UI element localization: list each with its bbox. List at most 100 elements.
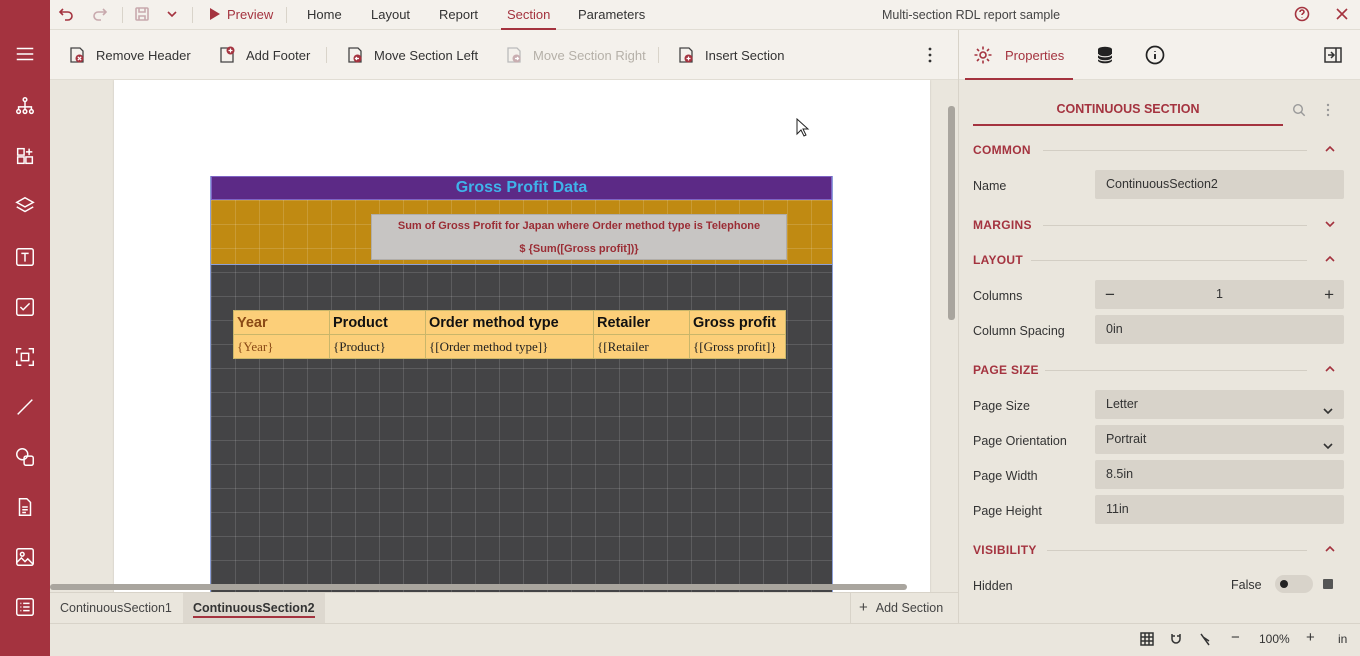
report-title[interactable]: Gross Profit Data — [212, 179, 831, 197]
redo-icon[interactable] — [92, 6, 110, 24]
panel-menu-icon[interactable] — [1326, 103, 1330, 120]
move-right-label: Move Section Right — [533, 47, 646, 63]
hidden-toggle[interactable] — [1275, 575, 1313, 593]
hamburger-menu-icon[interactable] — [0, 34, 50, 74]
vertical-scrollbar[interactable] — [948, 106, 955, 320]
group-margins[interactable]: MARGINS — [973, 218, 1032, 232]
page-size-select[interactable]: Letter — [1095, 390, 1344, 419]
page-orientation-select[interactable]: Portrait — [1095, 425, 1344, 454]
page-width-field[interactable]: 8.5in — [1095, 460, 1344, 489]
image-icon[interactable] — [0, 537, 50, 577]
insert-section-button[interactable]: Insert Section — [677, 30, 785, 80]
add-section-button[interactable]: + Add Section — [850, 593, 958, 623]
tab-continuous-section-2[interactable]: ContinuousSection2 — [183, 593, 325, 623]
chevron-down-icon[interactable] — [1324, 218, 1336, 230]
move-section-right-button[interactable]: Move Section Right — [505, 30, 646, 80]
name-field[interactable]: ContinuousSection2 — [1095, 170, 1344, 199]
play-icon[interactable] — [206, 6, 224, 24]
menu-section[interactable]: Section — [500, 0, 557, 30]
add-component-icon[interactable] — [0, 136, 50, 176]
page-orientation-label: Page Orientation — [973, 434, 1067, 448]
report-table[interactable]: Year Product Order method type Retailer … — [233, 310, 786, 359]
table-header-cell[interactable]: Year — [233, 310, 330, 335]
move-section-left-button[interactable]: Move Section Left — [346, 30, 478, 80]
undo-icon[interactable] — [58, 6, 76, 24]
add-footer-icon — [218, 46, 236, 64]
document-icon[interactable] — [0, 487, 50, 527]
design-canvas[interactable]: Gross Profit Data Sum of Gross Profit fo… — [50, 80, 958, 592]
line-icon[interactable] — [0, 387, 50, 427]
chevron-up-icon[interactable] — [1324, 253, 1336, 265]
magnet-icon[interactable] — [1169, 632, 1183, 649]
list-icon[interactable] — [0, 587, 50, 627]
expression-icon[interactable] — [1323, 579, 1333, 589]
tab-continuous-section-1[interactable]: ContinuousSection1 — [50, 593, 182, 623]
group-page-size[interactable]: PAGE SIZE — [973, 363, 1039, 377]
table-cell[interactable]: {Year} — [233, 334, 330, 359]
horizontal-scrollbar[interactable] — [50, 584, 907, 590]
columns-stepper[interactable]: − 1 + — [1095, 280, 1344, 309]
decrement-button[interactable]: − — [1105, 280, 1115, 309]
zoom-in-button[interactable]: + — [1306, 629, 1315, 646]
close-icon[interactable] — [1334, 6, 1352, 24]
checkbox-icon[interactable] — [0, 287, 50, 327]
add-footer-button[interactable]: Add Footer — [218, 30, 310, 80]
table-cell[interactable]: {[Retailer — [593, 334, 690, 359]
tab-properties[interactable]: Properties — [965, 30, 1073, 80]
title-band[interactable]: Gross Profit Data — [211, 176, 832, 200]
search-icon[interactable] — [1292, 103, 1306, 120]
group-visibility[interactable]: VISIBILITY — [973, 543, 1037, 557]
tab-data[interactable] — [1095, 30, 1115, 80]
table-header-cell[interactable]: Gross profit — [689, 310, 786, 335]
table-header-cell[interactable]: Product — [329, 310, 426, 335]
increment-button[interactable]: + — [1324, 280, 1334, 309]
snap-off-icon[interactable] — [1198, 632, 1212, 649]
layers-icon[interactable] — [0, 186, 50, 226]
table-header-cell[interactable]: Retailer — [593, 310, 690, 335]
table-cell[interactable]: {[Order method type]} — [425, 334, 594, 359]
page-header-band[interactable]: Sum of Gross Profit for Japan where Orde… — [211, 200, 832, 265]
columns-label: Columns — [973, 289, 1023, 303]
table-cell[interactable]: {[Gross profit]} — [689, 334, 786, 359]
column-spacing-field[interactable]: 0in — [1095, 315, 1344, 344]
status-bar: − 100% + in — [50, 623, 1360, 656]
collapse-panel-button[interactable] — [1323, 30, 1343, 80]
text-box-icon[interactable] — [0, 237, 50, 277]
table-cell[interactable]: {Product} — [329, 334, 426, 359]
page-height-field[interactable]: 11in — [1095, 495, 1344, 524]
chevron-up-icon[interactable] — [1324, 143, 1336, 155]
zoom-level[interactable]: 100% — [1259, 632, 1290, 646]
barcode-scan-icon[interactable] — [0, 337, 50, 377]
page-size-value: Letter — [1106, 397, 1138, 411]
help-icon[interactable] — [1294, 6, 1312, 24]
summary-textbox[interactable]: Sum of Gross Profit for Japan where Orde… — [371, 214, 787, 260]
chevron-up-icon[interactable] — [1324, 363, 1336, 375]
unit-selector[interactable]: in — [1338, 632, 1347, 646]
table-header-cell[interactable]: Order method type — [425, 310, 594, 335]
more-options-icon[interactable] — [928, 30, 932, 80]
group-common[interactable]: COMMON — [973, 143, 1031, 157]
menu-parameters[interactable]: Parameters — [578, 0, 645, 30]
hidden-value: False — [1231, 578, 1262, 592]
menu-home[interactable]: Home — [307, 0, 342, 30]
group-layout[interactable]: LAYOUT — [973, 253, 1023, 267]
chevron-down-icon[interactable] — [164, 6, 182, 24]
report-body[interactable]: Gross Profit Data Sum of Gross Profit fo… — [210, 176, 833, 592]
hierarchy-icon[interactable] — [0, 86, 50, 126]
chevron-up-icon[interactable] — [1324, 543, 1336, 555]
save-icon[interactable] — [134, 6, 152, 24]
table-row: {Year} {Product} {[Order method type]} {… — [233, 334, 786, 359]
insert-section-icon — [677, 46, 695, 64]
report-page: Gross Profit Data Sum of Gross Profit fo… — [114, 80, 930, 592]
move-right-icon — [505, 46, 523, 64]
columns-value[interactable]: 1 — [1216, 287, 1223, 301]
shapes-icon[interactable] — [0, 437, 50, 477]
remove-header-button[interactable]: Remove Header — [68, 30, 191, 80]
move-left-label: Move Section Left — [374, 47, 479, 63]
grid-icon[interactable] — [1140, 632, 1154, 649]
preview-button[interactable]: Preview — [227, 0, 273, 30]
tab-info[interactable] — [1145, 30, 1165, 80]
menu-report[interactable]: Report — [439, 0, 478, 30]
zoom-out-button[interactable]: − — [1231, 629, 1240, 646]
menu-layout[interactable]: Layout — [371, 0, 410, 30]
